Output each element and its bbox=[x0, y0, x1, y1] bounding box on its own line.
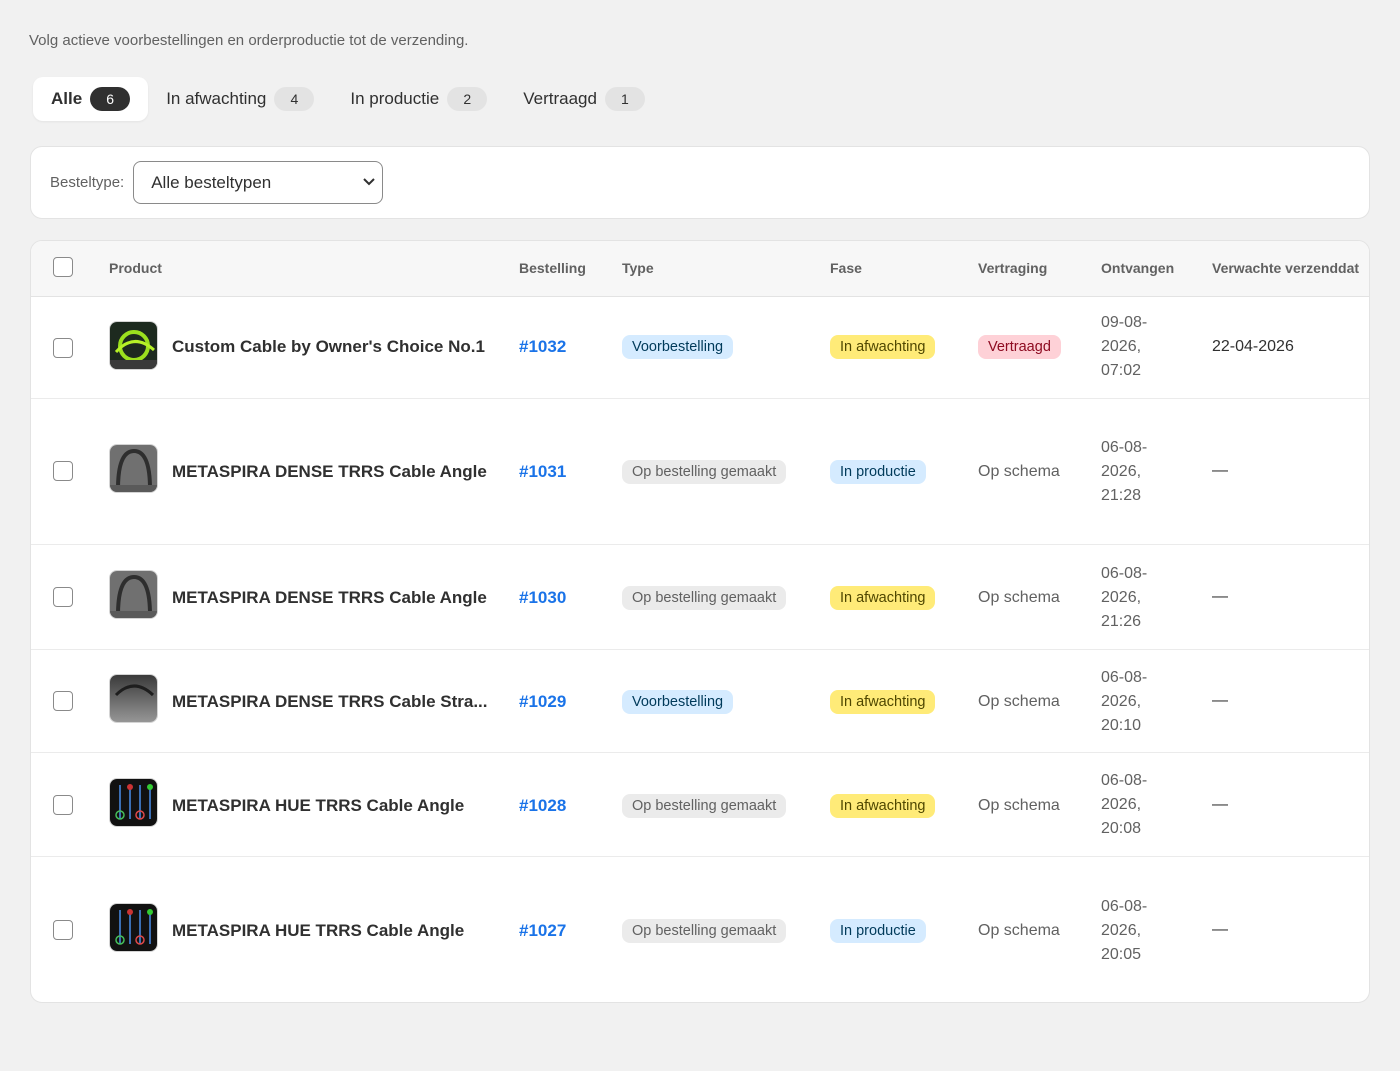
tab-count-badge: 2 bbox=[447, 87, 488, 111]
delay-status: Op schema bbox=[978, 693, 1060, 710]
received-date: 09-08-2026, 07:02 bbox=[1101, 314, 1148, 379]
product-name[interactable]: METASPIRA HUE TRRS Cable Angle bbox=[172, 796, 464, 816]
product-name[interactable]: METASPIRA DENSE TRRS Cable Angle bbox=[172, 462, 487, 482]
row-checkbox[interactable] bbox=[53, 587, 73, 607]
expected-ship-date: — bbox=[1212, 921, 1228, 938]
received-date: 06-08-2026, 20:10 bbox=[1101, 669, 1148, 734]
table-row[interactable]: METASPIRA DENSE TRRS Cable Angle #1030 O… bbox=[31, 545, 1369, 650]
delay-status: Op schema bbox=[978, 922, 1060, 939]
tab-count-badge: 6 bbox=[90, 87, 131, 111]
col-product[interactable]: Product bbox=[109, 260, 162, 276]
col-phase[interactable]: Fase bbox=[830, 260, 862, 276]
expected-ship-date: — bbox=[1212, 796, 1228, 813]
product-name[interactable]: METASPIRA DENSE TRRS Cable Stra... bbox=[172, 692, 488, 712]
phase-badge: In afwachting bbox=[830, 586, 936, 610]
received-date: 06-08-2026, 20:08 bbox=[1101, 772, 1148, 837]
type-badge: Op bestelling gemaakt bbox=[622, 919, 787, 943]
product-thumbnail bbox=[109, 903, 158, 952]
product-thumbnail bbox=[109, 444, 158, 493]
product-name[interactable]: METASPIRA DENSE TRRS Cable Angle bbox=[172, 588, 487, 608]
product-thumbnail bbox=[109, 674, 158, 723]
table-header: Product Bestelling Type Fase Vertraging … bbox=[31, 241, 1369, 297]
status-tabs: Alle 6 In afwachting 4 In productie 2 Ve… bbox=[33, 77, 663, 121]
tab-delayed[interactable]: Vertraagd 1 bbox=[505, 77, 663, 121]
type-badge: Op bestelling gemaakt bbox=[622, 586, 787, 610]
received-date: 06-08-2026, 21:26 bbox=[1101, 565, 1148, 630]
order-link[interactable]: #1029 bbox=[519, 692, 566, 712]
col-type[interactable]: Type bbox=[622, 260, 654, 276]
tab-pending[interactable]: In afwachting 4 bbox=[148, 77, 332, 121]
phase-badge: In productie bbox=[830, 919, 926, 943]
table-row[interactable]: Custom Cable by Owner's Choice No.1 #103… bbox=[31, 297, 1369, 399]
order-link[interactable]: #1031 bbox=[519, 462, 566, 482]
row-checkbox[interactable] bbox=[53, 691, 73, 711]
table-row[interactable]: METASPIRA DENSE TRRS Cable Angle #1031 O… bbox=[31, 399, 1369, 545]
expected-ship-date: — bbox=[1212, 588, 1228, 605]
expected-ship-date: 22-04-2026 bbox=[1212, 338, 1294, 355]
tab-label: In afwachting bbox=[166, 89, 267, 108]
table-row[interactable]: METASPIRA HUE TRRS Cable Angle #1028 Op … bbox=[31, 753, 1369, 857]
order-link[interactable]: #1028 bbox=[519, 796, 566, 816]
tab-label: In productie bbox=[350, 89, 440, 108]
phase-badge: In afwachting bbox=[830, 794, 936, 818]
order-type-select[interactable]: Alle besteltypen bbox=[133, 161, 384, 204]
row-checkbox[interactable] bbox=[53, 338, 73, 358]
row-checkbox[interactable] bbox=[53, 795, 73, 815]
orders-table: Product Bestelling Type Fase Vertraging … bbox=[30, 240, 1370, 1003]
select-all-checkbox[interactable] bbox=[53, 257, 73, 277]
delay-badge: Vertraagd bbox=[978, 335, 1061, 359]
product-thumbnail bbox=[109, 570, 158, 619]
expected-ship-date: — bbox=[1212, 462, 1228, 479]
order-link[interactable]: #1032 bbox=[519, 337, 566, 357]
type-badge: Voorbestelling bbox=[622, 690, 734, 714]
phase-badge: In afwachting bbox=[830, 690, 936, 714]
product-name[interactable]: Custom Cable by Owner's Choice No.1 bbox=[172, 337, 485, 357]
phase-badge: In afwachting bbox=[830, 335, 936, 359]
filter-bar: Besteltype: Alle besteltypen bbox=[30, 146, 1370, 219]
received-date: 06-08-2026, 20:05 bbox=[1101, 898, 1148, 963]
type-badge: Op bestelling gemaakt bbox=[622, 794, 787, 818]
table-row[interactable]: METASPIRA DENSE TRRS Cable Stra... #1029… bbox=[31, 650, 1369, 753]
page-subtitle: Volg actieve voorbestellingen en orderpr… bbox=[29, 32, 469, 49]
col-expected-ship-date[interactable]: Verwachte verzenddat bbox=[1212, 260, 1359, 276]
type-badge: Op bestelling gemaakt bbox=[622, 460, 787, 484]
phase-badge: In productie bbox=[830, 460, 926, 484]
product-name[interactable]: METASPIRA HUE TRRS Cable Angle bbox=[172, 921, 464, 941]
col-order[interactable]: Bestelling bbox=[519, 260, 586, 276]
order-type-selected: Alle besteltypen bbox=[151, 172, 272, 192]
row-checkbox[interactable] bbox=[53, 461, 73, 481]
delay-status: Op schema bbox=[978, 589, 1060, 606]
product-thumbnail bbox=[109, 778, 158, 827]
expected-ship-date: — bbox=[1212, 692, 1228, 709]
type-badge: Voorbestelling bbox=[622, 335, 734, 359]
chevron-down-icon bbox=[363, 178, 375, 186]
col-received[interactable]: Ontvangen bbox=[1101, 260, 1174, 276]
col-delay[interactable]: Vertraging bbox=[978, 260, 1047, 276]
received-date: 06-08-2026, 21:28 bbox=[1101, 439, 1148, 504]
order-link[interactable]: #1027 bbox=[519, 921, 566, 941]
delay-status: Op schema bbox=[978, 797, 1060, 814]
product-thumbnail bbox=[109, 321, 158, 370]
order-type-label: Besteltype: bbox=[50, 174, 125, 191]
tab-count-badge: 4 bbox=[274, 87, 315, 111]
table-row[interactable]: METASPIRA HUE TRRS Cable Angle #1027 Op … bbox=[31, 857, 1369, 1002]
tab-all[interactable]: Alle 6 bbox=[33, 77, 149, 121]
tab-count-badge: 1 bbox=[604, 87, 645, 111]
row-checkbox[interactable] bbox=[53, 920, 73, 940]
delay-status: Op schema bbox=[978, 463, 1060, 480]
order-link[interactable]: #1030 bbox=[519, 588, 566, 608]
tab-in-production[interactable]: In productie 2 bbox=[332, 77, 505, 121]
tab-label: Vertraagd bbox=[523, 89, 597, 108]
tab-label: Alle bbox=[51, 89, 83, 108]
